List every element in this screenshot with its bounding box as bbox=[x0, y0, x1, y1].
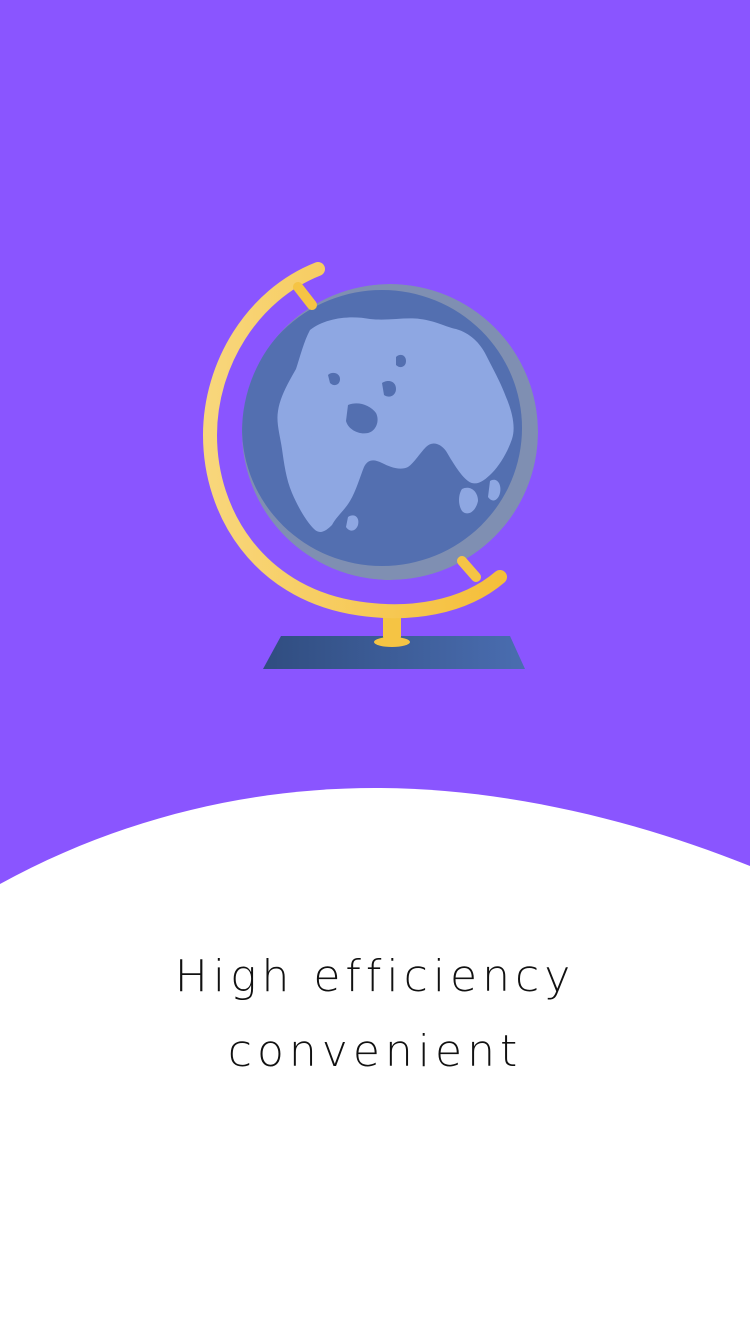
globe-icon bbox=[202, 262, 538, 669]
hero-banner bbox=[0, 0, 750, 900]
tagline-line-1: High efficiency bbox=[174, 951, 576, 1002]
tagline-line-2: convenient bbox=[227, 1026, 523, 1077]
globe-illustration bbox=[200, 255, 550, 685]
